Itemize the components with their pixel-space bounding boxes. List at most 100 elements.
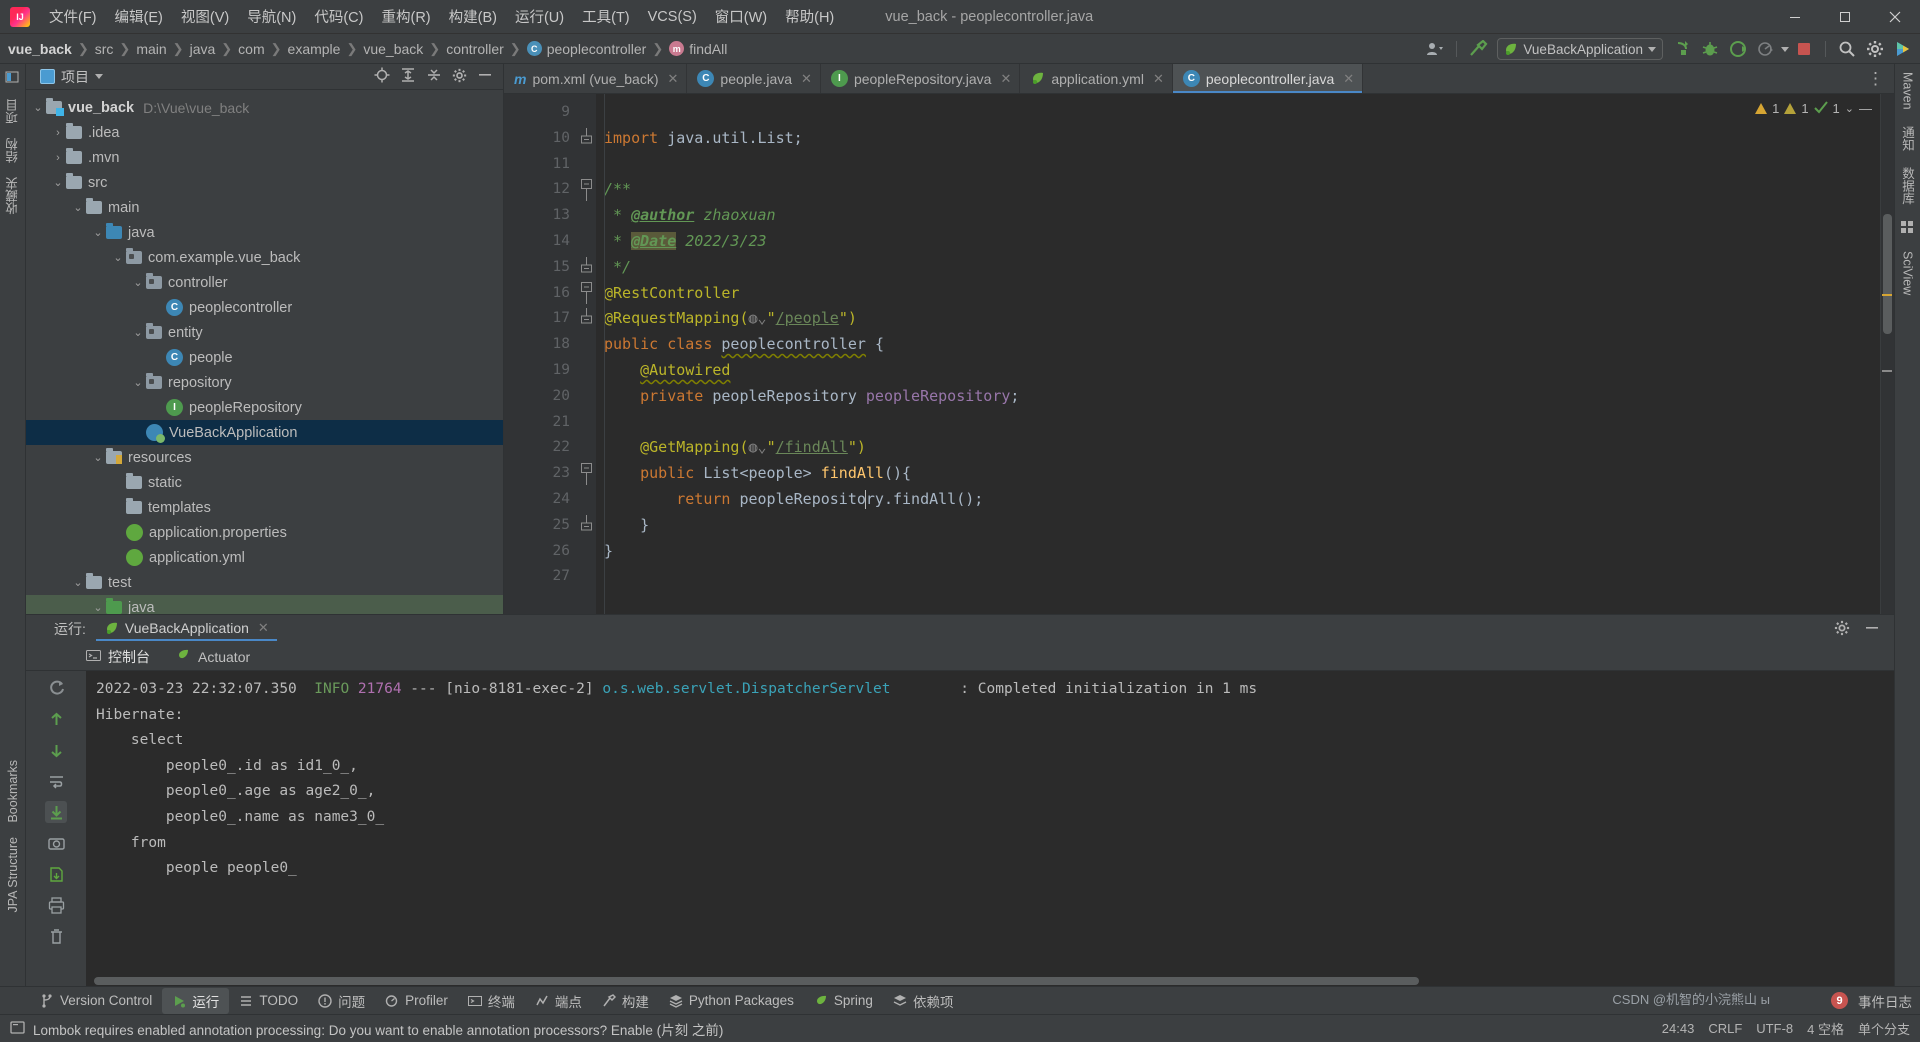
fold-end-icon[interactable] <box>576 255 596 281</box>
export-icon[interactable] <box>45 863 67 885</box>
tool-window---[interactable]: 运行 <box>162 987 230 1014</box>
menu-item-7[interactable]: 运行(U) <box>506 2 573 31</box>
code-line-22[interactable]: @GetMapping(◍⌄"/findAll") <box>604 435 1894 461</box>
left-strip-item-4[interactable]: JPA Structure <box>6 837 20 913</box>
maximize-button[interactable] <box>1820 0 1870 34</box>
tree-node-vue-back[interactable]: ⌄ vue_back D:\Vue\vue_back <box>26 95 503 120</box>
code-line-19[interactable]: @Autowired <box>604 358 1894 384</box>
fold-start-icon[interactable] <box>576 461 596 487</box>
user-icon[interactable] <box>1422 36 1448 62</box>
tool-window----[interactable]: 依赖项 <box>883 988 964 1014</box>
tree-expand-arrow-icon[interactable]: ⌄ <box>130 326 146 339</box>
status-message[interactable]: Lombok requires enabled annotation proce… <box>33 1019 723 1039</box>
left-strip-item-2[interactable]: 收藏夹 <box>3 177 22 215</box>
right-strip-item-0[interactable]: Maven <box>1901 72 1915 110</box>
code-line-20[interactable]: private peopleRepository peopleRepositor… <box>604 384 1894 410</box>
tool-window---[interactable]: 端点 <box>525 988 592 1014</box>
event-log-widget[interactable]: 9 事件日志 <box>1831 991 1912 1011</box>
camera-icon[interactable] <box>45 832 67 854</box>
soft-wrap-icon[interactable] <box>45 770 67 792</box>
code-line-10[interactable]: import java.util.List; <box>604 126 1894 152</box>
code-line-18[interactable]: public class peoplecontroller { <box>604 332 1894 358</box>
fold-end-icon[interactable] <box>576 126 596 152</box>
editor-tabs-overflow[interactable]: ⋮ <box>1859 64 1894 93</box>
run-configuration-selector[interactable]: VueBackApplication <box>1497 38 1663 60</box>
code-line-27[interactable] <box>604 564 1894 590</box>
tree-node-repository[interactable]: ⌄ repository <box>26 370 503 395</box>
code-line-25[interactable]: } <box>604 513 1894 539</box>
gear-icon[interactable] <box>452 68 467 86</box>
code-line-23[interactable]: public List<people> findAll(){ <box>604 461 1894 487</box>
tree-node-test[interactable]: ⌄ test <box>26 570 503 595</box>
tree-node-application-properties[interactable]: application.properties <box>26 520 503 545</box>
breadcrumb-findall[interactable]: m findAll <box>669 41 727 57</box>
tool-window-spring[interactable]: Spring <box>804 990 883 1011</box>
code-line-21[interactable] <box>604 410 1894 436</box>
editor-tab-peoplecontroller-java[interactable]: Cpeoplecontroller.java ✕ <box>1172 64 1364 93</box>
left-strip-item-0[interactable]: 项目 <box>3 99 22 124</box>
tree-node-main[interactable]: ⌄ main <box>26 195 503 220</box>
tree-expand-arrow-icon[interactable]: ⌄ <box>90 226 106 239</box>
run-with-coverage-button[interactable] <box>1725 36 1751 62</box>
console-output[interactable]: 2022-03-23 22:32:07.350 INFO 21764 --- [… <box>86 671 1894 986</box>
tree-node-src[interactable]: ⌄ src <box>26 170 503 195</box>
tool-window---[interactable]: 构建 <box>592 988 659 1014</box>
project-tool-icon[interactable] <box>5 70 20 85</box>
fold-start-icon[interactable] <box>576 177 596 203</box>
menu-item-3[interactable]: 导航(N) <box>238 2 305 31</box>
updates-icon[interactable] <box>1890 36 1916 62</box>
profiler-chevron-icon[interactable] <box>1781 46 1789 52</box>
up-icon[interactable] <box>45 708 67 730</box>
minimize-button[interactable] <box>1770 0 1820 34</box>
file-encoding[interactable]: UTF-8 <box>1756 1021 1793 1036</box>
menu-item-8[interactable]: 工具(T) <box>573 2 639 31</box>
chevron-down-icon[interactable]: ⌄ <box>1845 102 1854 115</box>
tree-expand-arrow-icon[interactable]: › <box>50 127 66 139</box>
tree-node-peoplecontroller[interactable]: Cpeoplecontroller <box>26 295 503 320</box>
print-icon[interactable] <box>45 894 67 916</box>
tree-node-static[interactable]: static <box>26 470 503 495</box>
code-line-13[interactable]: * @author zhaoxuan <box>604 203 1894 229</box>
tree-node-controller[interactable]: ⌄ controller <box>26 270 503 295</box>
hide-panel-icon[interactable] <box>1864 620 1880 639</box>
collapse-all-icon[interactable] <box>426 67 442 86</box>
breadcrumb-peoplecontroller[interactable]: Cpeoplecontroller <box>526 41 646 57</box>
hide-inspections-icon[interactable]: — <box>1859 101 1872 116</box>
gear-icon[interactable] <box>1862 36 1888 62</box>
menu-item-0[interactable]: 文件(F) <box>40 2 106 31</box>
scroll-to-end-icon[interactable] <box>45 801 67 823</box>
tree-expand-arrow-icon[interactable]: › <box>50 152 66 164</box>
right-strip-item-2[interactable]: 数据库 <box>1898 167 1917 205</box>
close-icon[interactable]: ✕ <box>668 71 679 87</box>
code-line-12[interactable]: /** <box>604 177 1894 203</box>
tool-window---[interactable]: 终端 <box>458 988 525 1014</box>
right-strip-item-3[interactable]: SciView <box>1901 251 1915 295</box>
breadcrumb-src[interactable]: src <box>95 41 114 57</box>
tree-node-vuebackapplication[interactable]: VueBackApplication <box>26 420 503 446</box>
locate-icon[interactable] <box>374 67 390 86</box>
right-strip-item-1[interactable]: 通知 <box>1898 126 1917 151</box>
left-strip-item-1[interactable]: 结构 <box>3 138 22 163</box>
tree-node-templates[interactable]: templates <box>26 495 503 520</box>
indent-setting[interactable]: 4 空格 <box>1807 1019 1844 1038</box>
tree-node-com-example-vue-back[interactable]: ⌄ com.example.vue_back <box>26 245 503 270</box>
code-line-16[interactable]: @RestController <box>604 281 1894 307</box>
fold-end-icon[interactable] <box>576 513 596 539</box>
menu-item-4[interactable]: 代码(C) <box>305 2 372 31</box>
menu-item-6[interactable]: 构建(B) <box>440 2 506 31</box>
trash-icon[interactable] <box>45 925 67 947</box>
tree-expand-arrow-icon[interactable]: ⌄ <box>130 276 146 289</box>
tree-node-java[interactable]: ⌄ java <box>26 595 503 614</box>
tree-node--idea[interactable]: › .idea <box>26 120 503 145</box>
code-line-24[interactable]: return peopleRepository.findAll(); <box>604 487 1894 513</box>
breadcrumb-java[interactable]: java <box>190 41 216 57</box>
hscrollbar-thumb[interactable] <box>94 977 1419 985</box>
expand-all-icon[interactable] <box>400 67 416 86</box>
tree-expand-arrow-icon[interactable]: ⌄ <box>130 376 146 389</box>
breadcrumb-example[interactable]: example <box>288 41 341 57</box>
tree-node-java[interactable]: ⌄ java <box>26 220 503 245</box>
tree-node-entity[interactable]: ⌄ entity <box>26 320 503 345</box>
tree-expand-arrow-icon[interactable]: ⌄ <box>70 201 86 214</box>
warning-marker[interactable] <box>1882 294 1892 296</box>
line-separator[interactable]: CRLF <box>1708 1021 1742 1036</box>
